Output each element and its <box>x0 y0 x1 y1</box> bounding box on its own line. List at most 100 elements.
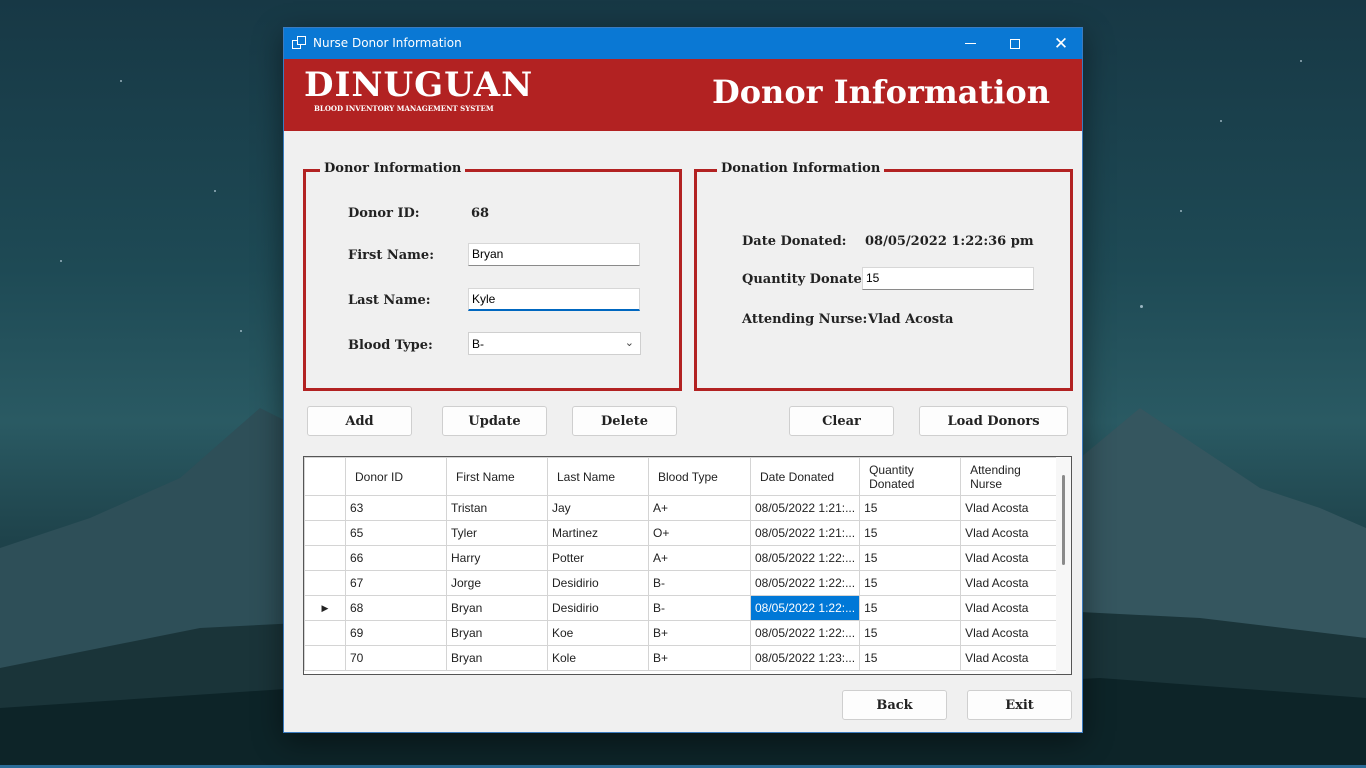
update-button[interactable]: Update <box>442 406 547 436</box>
delete-button[interactable]: Delete <box>572 406 677 436</box>
back-button[interactable]: Back <box>842 690 947 720</box>
table-cell[interactable]: Vlad Acosta <box>960 570 1064 596</box>
table-row[interactable]: 69 Bryan Koe B+ 08/05/2022 1:22:... 15 Vlad Ac… <box>304 620 1064 646</box>
table-cell[interactable]: Tristan <box>446 495 548 521</box>
table-cell[interactable]: B+ <box>648 620 751 646</box>
column-header-first-name[interactable]: First Name <box>446 457 548 496</box>
table-cell[interactable]: A+ <box>648 495 751 521</box>
row-header-cell[interactable]: ▶ <box>304 595 346 621</box>
column-header-date-donated[interactable]: Date Donated <box>749 457 861 496</box>
table-cell[interactable]: 67 <box>345 570 447 596</box>
row-header-cell[interactable] <box>304 570 346 596</box>
table-row[interactable]: ▶ 68 Bryan Desidirio B- 08/05/2022 1:22:... 15… <box>304 595 1064 621</box>
table-cell[interactable]: Jorge <box>446 570 548 596</box>
row-header-cell[interactable] <box>304 645 346 671</box>
row-header-cell[interactable] <box>304 545 346 571</box>
table-cell[interactable]: 15 <box>859 595 962 621</box>
date-donated-value: 08/05/2022 1:22:36 pm <box>865 234 1034 249</box>
app-header: DINUGUAN BLOOD INVENTORY MANAGEMENT SYST… <box>284 59 1082 131</box>
nurse-donor-window: Nurse Donor Information ✕ DINUGUAN BLOOD… <box>283 27 1083 733</box>
row-header-cell[interactable] <box>304 495 346 521</box>
title-bar[interactable]: Nurse Donor Information ✕ <box>284 28 1082 59</box>
column-header-quantity-donated[interactable]: Quantity Donated <box>859 457 962 496</box>
table-cell[interactable]: 63 <box>345 495 447 521</box>
window-title: Nurse Donor Information <box>313 36 462 50</box>
table-cell[interactable]: 08/05/2022 1:21:... <box>749 520 861 546</box>
table-cell[interactable]: Potter <box>547 545 649 571</box>
table-row[interactable]: 63 Tristan Jay A+ 08/05/2022 1:21:... 15 Vlad … <box>304 495 1064 521</box>
table-cell[interactable]: 15 <box>859 570 962 596</box>
table-cell[interactable]: 69 <box>345 620 447 646</box>
table-cell[interactable]: Vlad Acosta <box>960 645 1064 671</box>
table-cell[interactable]: B- <box>648 570 751 596</box>
table-row[interactable]: 66 Harry Potter A+ 08/05/2022 1:22:... 15 Vlad… <box>304 545 1064 571</box>
column-header-blood-type[interactable]: Blood Type <box>648 457 751 496</box>
table-cell[interactable]: 66 <box>345 545 447 571</box>
scrollbar-thumb[interactable] <box>1062 475 1065 565</box>
close-icon: ✕ <box>1053 34 1069 53</box>
row-header-cell[interactable] <box>304 520 346 546</box>
table-cell[interactable]: Martinez <box>547 520 649 546</box>
blood-type-select[interactable]: B- ⌄ <box>468 332 641 355</box>
table-cell[interactable]: 68 <box>345 595 447 621</box>
donor-id-value: 68 <box>471 206 490 221</box>
close-button[interactable]: ✕ <box>1038 28 1082 59</box>
table-cell[interactable]: 15 <box>859 495 962 521</box>
blood-type-value: B- <box>472 337 484 351</box>
table-cell[interactable]: Kole <box>547 645 649 671</box>
table-cell[interactable]: O+ <box>648 520 751 546</box>
table-cell[interactable]: 15 <box>859 645 962 671</box>
table-row[interactable]: 70 Bryan Kole B+ 08/05/2022 1:23:... 15 Vlad A… <box>304 645 1064 671</box>
add-button[interactable]: Add <box>307 406 412 436</box>
donor-data-grid[interactable]: Donor ID First Name Last Name Blood Type… <box>303 456 1072 675</box>
grid-vertical-scrollbar[interactable] <box>1056 457 1071 674</box>
last-name-field[interactable]: Kyle <box>468 288 640 311</box>
table-cell[interactable]: Vlad Acosta <box>960 545 1064 571</box>
table-row[interactable]: 65 Tyler Martinez O+ 08/05/2022 1:21:... 15 Vl… <box>304 520 1064 546</box>
maximize-button[interactable] <box>992 28 1038 59</box>
exit-button[interactable]: Exit <box>967 690 1072 720</box>
table-cell[interactable]: 08/05/2022 1:22:... <box>749 595 861 621</box>
table-cell[interactable]: 08/05/2022 1:22:... <box>749 570 861 596</box>
column-header-donor-id[interactable]: Donor ID <box>345 457 447 496</box>
table-cell[interactable]: 15 <box>859 520 962 546</box>
table-cell[interactable]: Vlad Acosta <box>960 520 1064 546</box>
first-name-field[interactable]: Bryan <box>468 243 640 266</box>
table-cell[interactable]: Desidirio <box>547 570 649 596</box>
donation-info-group: Donation Information Date Donated: 08/05… <box>694 161 1073 391</box>
row-header-cell[interactable] <box>304 620 346 646</box>
table-cell[interactable]: B+ <box>648 645 751 671</box>
table-cell[interactable]: 15 <box>859 545 962 571</box>
table-cell[interactable]: 65 <box>345 520 447 546</box>
brand-logo: DINUGUAN <box>304 65 534 105</box>
table-cell[interactable]: 08/05/2022 1:23:... <box>749 645 861 671</box>
table-cell[interactable]: 15 <box>859 620 962 646</box>
table-cell[interactable]: Vlad Acosta <box>960 595 1064 621</box>
table-cell[interactable]: Bryan <box>446 645 548 671</box>
table-cell[interactable]: 08/05/2022 1:21:... <box>749 495 861 521</box>
column-header-attending-nurse[interactable]: Attending Nurse <box>960 457 1064 496</box>
load-donors-button[interactable]: Load Donors <box>919 406 1068 436</box>
table-cell[interactable]: Bryan <box>446 595 548 621</box>
last-name-label: Last Name: <box>348 293 431 308</box>
table-cell[interactable]: A+ <box>648 545 751 571</box>
table-cell[interactable]: Harry <box>446 545 548 571</box>
table-cell[interactable]: 08/05/2022 1:22:... <box>749 545 861 571</box>
minimize-button[interactable] <box>947 28 993 59</box>
table-cell[interactable]: B- <box>648 595 751 621</box>
clear-button[interactable]: Clear <box>789 406 894 436</box>
table-cell[interactable]: Vlad Acosta <box>960 620 1064 646</box>
blood-type-label: Blood Type: <box>348 338 433 353</box>
table-cell[interactable]: Jay <box>547 495 649 521</box>
quantity-donated-field[interactable]: 15 <box>862 267 1034 290</box>
table-row[interactable]: 67 Jorge Desidirio B- 08/05/2022 1:22:... 15 V… <box>304 570 1064 596</box>
column-header-last-name[interactable]: Last Name <box>547 457 649 496</box>
table-cell[interactable]: 70 <box>345 645 447 671</box>
table-cell[interactable]: 08/05/2022 1:22:... <box>749 620 861 646</box>
table-cell[interactable]: Tyler <box>446 520 548 546</box>
table-cell[interactable]: Desidirio <box>547 595 649 621</box>
table-cell[interactable]: Vlad Acosta <box>960 495 1064 521</box>
table-cell[interactable]: Koe <box>547 620 649 646</box>
table-cell[interactable]: Bryan <box>446 620 548 646</box>
grid-body: 63 Tristan Jay A+ 08/05/2022 1:21:... 15 Vlad … <box>304 495 1064 671</box>
